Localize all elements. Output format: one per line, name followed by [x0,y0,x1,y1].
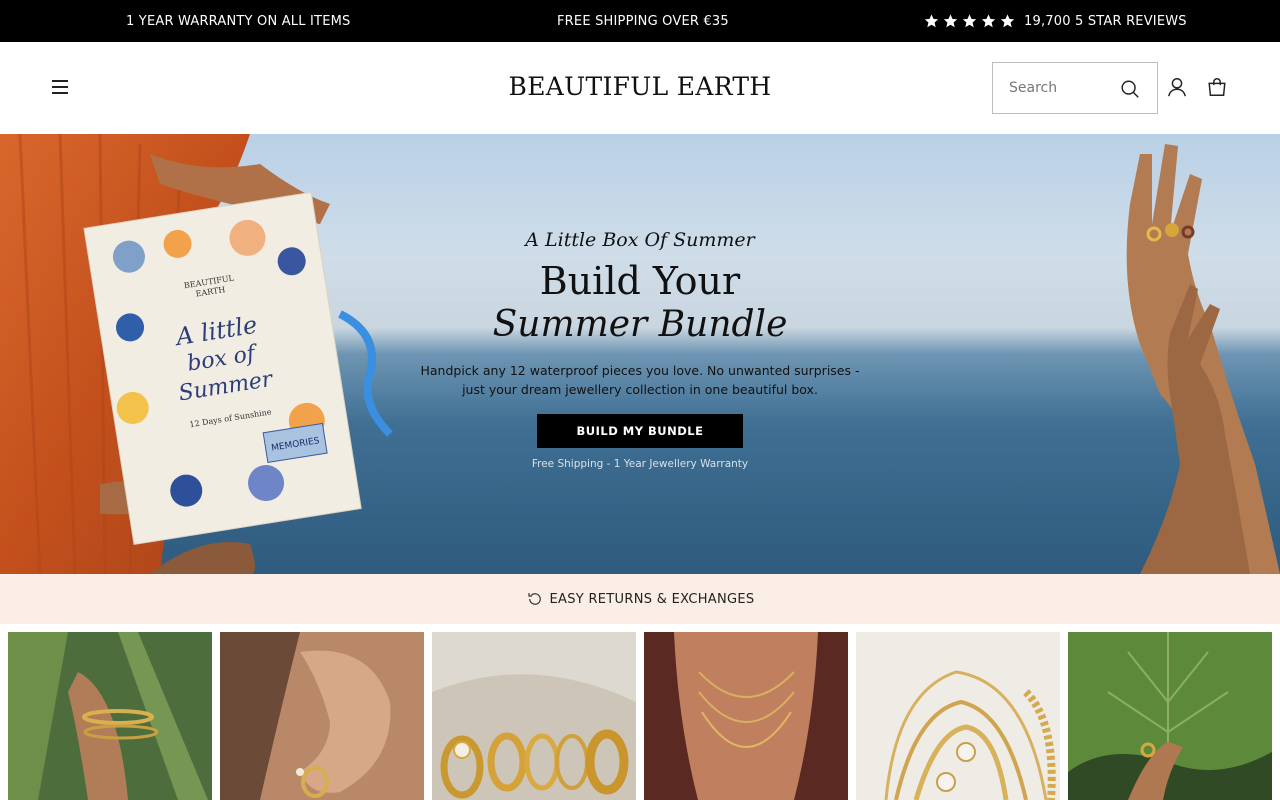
hero-eyebrow: A Little Box Of Summer [525,229,755,251]
reviews-announcement[interactable]: 19,700 5 STAR REVIEWS [923,0,1187,42]
hero-title-italic: Summer Bundle [492,304,788,345]
hero-subtitle-line2: just your dream jewellery collection in … [462,382,818,397]
hero-subtitle: Handpick any 12 waterproof pieces you lo… [390,361,890,399]
announcement-bar: 1 YEAR WARRANTY ON ALL ITEMS FREE SHIPPI… [0,0,1280,42]
star-icon [962,14,977,28]
rating-stars [923,13,1016,29]
rings-tile[interactable] [432,632,636,800]
earrings-image [220,632,424,800]
account-icon[interactable] [1166,76,1188,98]
build-bundle-button[interactable]: BUILD MY BUNDLE [537,414,743,448]
hero-title: Build Your [539,259,741,303]
bag-icon[interactable] [1206,76,1228,98]
menu-icon[interactable] [50,77,72,97]
star-icon [924,14,939,28]
rings-leaf-image [1068,632,1272,800]
bracelets-image [8,632,212,800]
hero-banner: BEAUTIFUL EARTH A little box of Summer 1… [0,134,1280,574]
rings-leaf-tile[interactable] [1068,632,1272,800]
hero-content: A Little Box Of Summer Build Your Summer… [390,229,890,470]
necklaces-tile[interactable] [644,632,848,800]
bracelet-stack-image [856,632,1060,800]
necklaces-image [644,632,848,800]
search-input[interactable] [1009,80,1119,96]
warranty-announcement: 1 YEAR WARRANTY ON ALL ITEMS [126,13,351,29]
rings-image [432,632,636,800]
site-logo[interactable]: BEAUTIFUL EARTH [509,72,772,101]
site-header: BEAUTIFUL EARTH [0,42,1280,134]
bracelet-stack-tile[interactable] [856,632,1060,800]
star-icon [1000,14,1015,28]
earrings-tile[interactable] [220,632,424,800]
category-tiles [8,632,1272,800]
star-icon [943,14,958,28]
returns-strip: EASY RETURNS & EXCHANGES [0,574,1280,624]
hero-note: Free Shipping - 1 Year Jewellery Warrant… [531,458,749,470]
hero-hands-image [1126,144,1280,574]
hero-subtitle-line1: Handpick any 12 waterproof pieces you lo… [420,363,860,378]
star-icon [981,14,996,28]
bracelets-tile[interactable] [8,632,212,800]
returns-label: EASY RETURNS & EXCHANGES [549,591,755,607]
return-arrow-icon [527,593,541,605]
shipping-announcement: FREE SHIPPING OVER €35 [557,13,729,29]
search-icon[interactable] [1119,78,1141,100]
search-box [992,62,1158,114]
reviews-count-label: 19,700 5 STAR REVIEWS [1024,13,1187,29]
